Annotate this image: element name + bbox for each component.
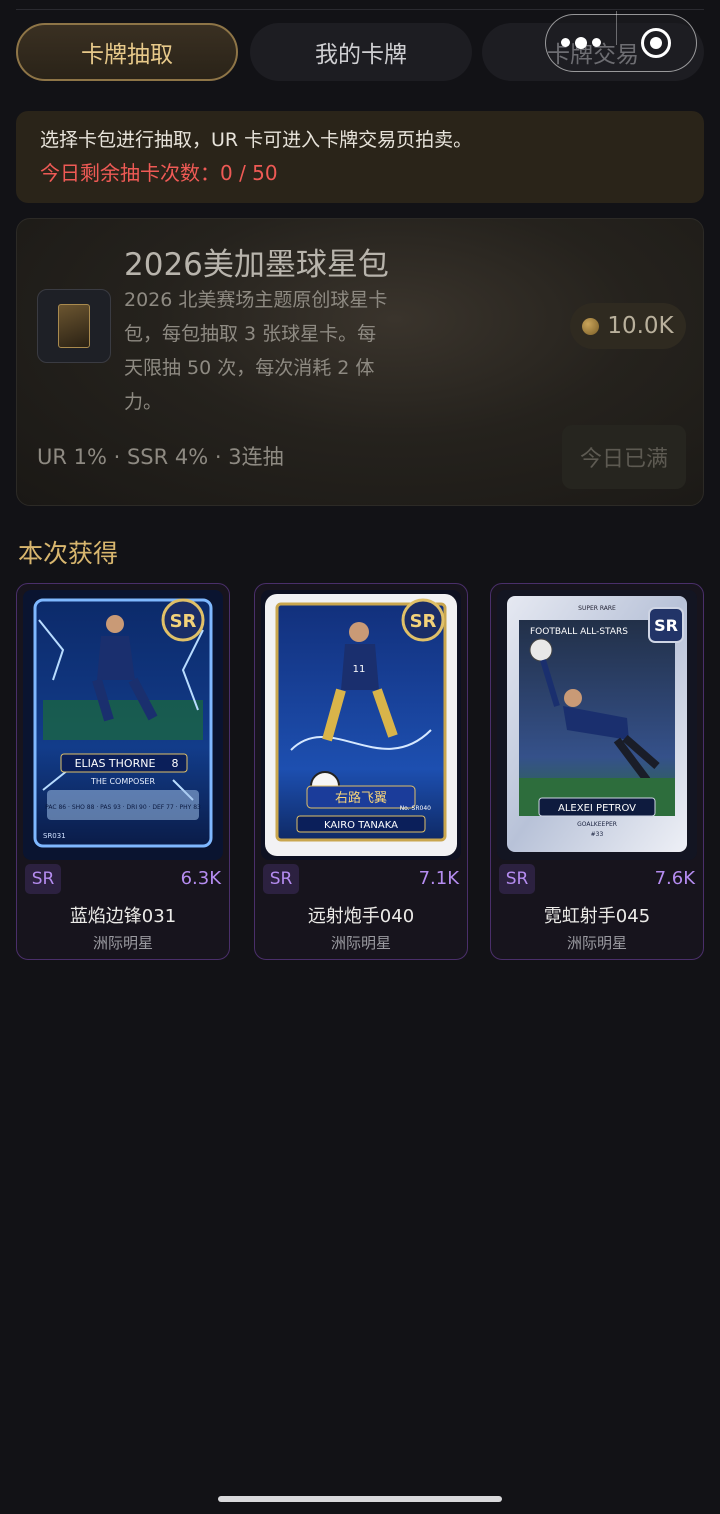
- card-pack: 2026美加墨球星包 2026 北美赛场主题原创球星卡包，每包抽取 3 张球星卡…: [16, 218, 704, 506]
- card-art-badge: SR: [170, 611, 197, 632]
- card-art-subtitle: 右路飞翼: [335, 790, 387, 806]
- card-item[interactable]: SUPER RARE FOOTBALL ALL-STARS SR ALEXEI …: [490, 583, 704, 960]
- card-value: 6.3K: [180, 868, 221, 889]
- card-art-number: #33: [591, 831, 604, 838]
- coin-icon: [582, 317, 600, 335]
- card-value: 7.6K: [654, 868, 695, 889]
- rarity-badge: SR: [25, 864, 61, 894]
- pack-title: 2026美加墨球星包: [124, 247, 389, 283]
- tab-my-cards[interactable]: 我的卡牌: [250, 23, 472, 81]
- pack-price-value: 10.0K: [607, 313, 674, 339]
- card-art-subtitle: THE COMPOSER: [90, 777, 156, 786]
- card-series: 洲际明星: [330, 934, 391, 952]
- more-dots-icon[interactable]: [546, 36, 616, 49]
- section-title: 本次获得: [18, 539, 119, 568]
- card-art-badge: SR: [654, 616, 678, 635]
- card-art-player-name: KAIRO TANAKA: [324, 820, 398, 831]
- card-art-header: FOOTBALL ALL-STARS: [530, 627, 628, 637]
- card-name: 远射炮手040: [307, 906, 415, 927]
- tab-card-draw[interactable]: 卡牌抽取: [16, 23, 238, 81]
- draw-button[interactable]: 今日已满: [562, 425, 686, 489]
- pack-description: 2026 北美赛场主题原创球星卡包，每包抽取 3 张球星卡。每天限抽 50 次，…: [124, 289, 388, 413]
- card-art-super: SUPER RARE: [578, 605, 616, 612]
- pack-price: 10.0K: [570, 303, 686, 349]
- pack-thumbnail: [37, 289, 111, 363]
- card-series: 洲际明星: [92, 934, 153, 952]
- card-name: 蓝焰边锋031: [69, 906, 177, 927]
- card-item[interactable]: SR ELIAS THORNE 8 THE COMPOSER PAC 86 · …: [16, 583, 230, 960]
- card-series: 洲际明星: [566, 934, 627, 952]
- card-art-code: SR031: [43, 832, 66, 840]
- card-art-stats: PAC 86 · SHO 88 · PAS 93 · DRI 90 · DEF …: [45, 804, 201, 811]
- card-art-number: 8: [172, 757, 179, 770]
- card-art-number: 11: [353, 664, 366, 675]
- draw-notice: 选择卡包进行抽取，UR 卡可进入卡牌交易页拍卖。 今日剩余抽卡次数：0 / 50: [16, 111, 704, 203]
- target-close-icon[interactable]: [617, 28, 696, 58]
- card-value: 7.1K: [418, 868, 459, 889]
- card-artwork: 11 SR 右路飞翼 KAIRO TANAKA No. SR040: [261, 590, 461, 860]
- rarity-badge: SR: [263, 864, 299, 894]
- card-art-badge: SR: [410, 611, 437, 632]
- card-name: 霓虹射手045: [543, 906, 651, 927]
- card-art-player-name: ALEXEI PETROV: [558, 803, 636, 814]
- notice-text: 选择卡包进行抽取，UR 卡可进入卡牌交易页拍卖。: [40, 129, 473, 151]
- remaining-draws-text: 今日剩余抽卡次数：0 / 50: [40, 161, 278, 185]
- top-divider: [16, 9, 704, 10]
- card-art-player-name: ELIAS THORNE: [75, 757, 156, 770]
- pack-odds: UR 1% · SSR 4% · 3连抽: [37, 445, 284, 469]
- obtained-cards: SR ELIAS THORNE 8 THE COMPOSER PAC 86 · …: [16, 583, 706, 961]
- rarity-badge: SR: [499, 864, 535, 894]
- card-artwork: SUPER RARE FOOTBALL ALL-STARS SR ALEXEI …: [497, 590, 697, 860]
- card-artwork: SR ELIAS THORNE 8 THE COMPOSER PAC 86 · …: [23, 590, 223, 860]
- miniprogram-capsule: [545, 11, 697, 72]
- card-art-subtitle: GOALKEEPER: [577, 821, 617, 828]
- card-item[interactable]: 11 SR 右路飞翼 KAIRO TANAKA No. SR040 SR 7.1…: [254, 583, 468, 960]
- card-art-code: No. SR040: [400, 805, 431, 812]
- home-indicator: [218, 1496, 502, 1502]
